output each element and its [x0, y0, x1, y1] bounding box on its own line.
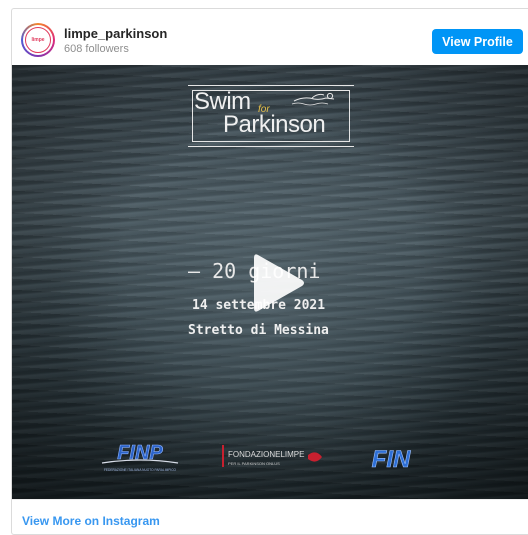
view-more-link[interactable]: View More on Instagram	[22, 514, 160, 528]
finp-logo: FINP FEDERAZIONE ITALIANA NUOTO PARALIMP…	[101, 442, 179, 472]
fin-logo-text: FIN	[372, 446, 411, 473]
fondazione-limpe-logo: FONDAZIONELIMPE PER IL PARKINSON ONLUS	[222, 445, 322, 467]
username-link[interactable]: limpe_parkinson	[64, 26, 167, 42]
instagram-embed: limpe limpe_parkinson 608 followers View…	[11, 8, 528, 535]
swim-for-parkinson-logo: Swim for Parkinson	[188, 85, 354, 147]
video-post[interactable]: Swim for Parkinson – 20 giorni 14 settem…	[12, 65, 528, 499]
avatar[interactable]: limpe	[21, 23, 55, 57]
event-location: Stretto di Messina	[188, 323, 329, 338]
finp-logo-subtext: FEDERAZIONE ITALIANA NUOTO PARALIMPICO	[104, 468, 177, 472]
post-header: limpe limpe_parkinson 608 followers View…	[12, 9, 528, 65]
fondazione-logo-text: FONDAZIONELIMPE	[228, 450, 304, 459]
logo-parkinson-text: Parkinson	[223, 111, 326, 138]
play-icon[interactable]	[248, 251, 306, 315]
fondazione-logo-subtext: PER IL PARKINSON ONLUS	[228, 461, 280, 466]
swimmer-icon	[291, 92, 335, 106]
user-info: limpe_parkinson 608 followers	[64, 26, 167, 56]
follower-count: 608 followers	[64, 43, 129, 55]
fin-logo: FIN	[371, 446, 411, 473]
post-footer: View More on Instagram	[12, 499, 528, 534]
view-profile-button[interactable]: View Profile	[432, 29, 523, 54]
limpe-logo-icon: limpe	[25, 27, 51, 53]
